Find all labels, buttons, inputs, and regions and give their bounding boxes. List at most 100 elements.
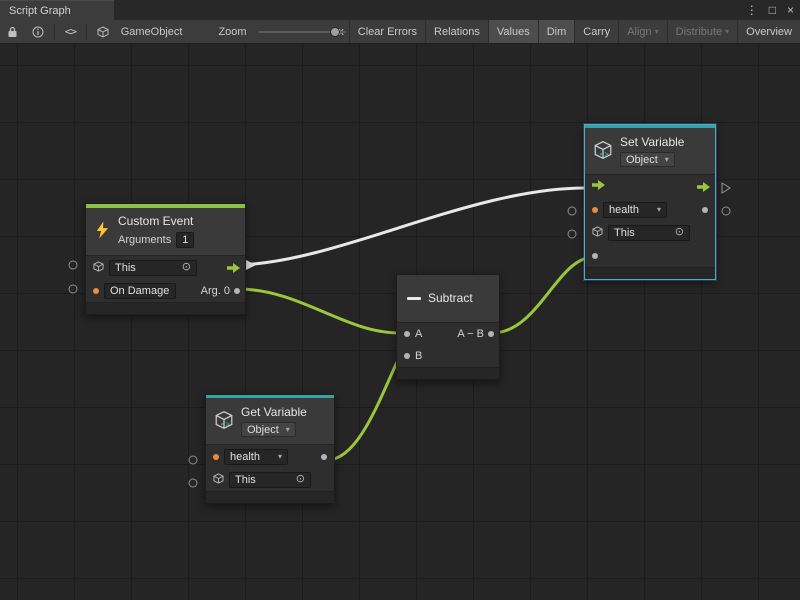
event-name-field[interactable]: On Damage	[104, 283, 176, 299]
target-picker-icon[interactable]: ⊙	[675, 227, 684, 238]
node-title: Get Variable	[241, 405, 307, 420]
value-input-port[interactable]	[592, 253, 598, 259]
value-port-dot[interactable]	[93, 288, 99, 294]
input-a-label: A	[415, 328, 422, 340]
distribute-button: Distribute ▾	[667, 20, 737, 43]
arg0-label: Arg. 0	[201, 285, 230, 297]
node-subtract[interactable]: Subtract A A − B B	[396, 274, 500, 380]
info-icon[interactable]	[25, 20, 51, 43]
port-row-a: A A − B	[397, 323, 499, 345]
input-b-label: B	[415, 350, 422, 362]
close-icon[interactable]: ×	[787, 3, 794, 17]
node-footer	[86, 302, 245, 314]
values-button[interactable]: Values	[488, 20, 538, 43]
value-output-port[interactable]	[321, 454, 327, 460]
zoom-label: Zoom	[213, 26, 251, 38]
node-set-variable[interactable]: <> Set Variable Object ▾ health ▾ Thi	[584, 124, 716, 280]
scope-value: Object	[626, 154, 658, 166]
result-output-port[interactable]	[488, 331, 494, 337]
variable-cube-icon: <>	[593, 140, 613, 163]
node-title: Subtract	[428, 291, 473, 306]
distribute-label: Distribute	[676, 26, 722, 38]
value-port-dot[interactable]	[592, 207, 598, 213]
dim-button[interactable]: Dim	[538, 20, 575, 43]
toolbar-separator	[86, 24, 87, 40]
this-object-field[interactable]: This ⊙	[229, 472, 311, 488]
graph-toolbar: <> GameObject Zoom 1x Clear Errors Relat…	[0, 20, 800, 44]
port-row-this: This ⊙	[585, 221, 715, 244]
node-footer	[585, 267, 715, 279]
variable-name-dropdown[interactable]: health ▾	[603, 202, 667, 218]
variable-name: health	[609, 204, 639, 216]
port-row-this: This ⊙	[86, 256, 245, 279]
chevron-down-icon: ▾	[665, 156, 669, 164]
flow-input-arrow[interactable]	[592, 180, 605, 193]
port-row-flow	[585, 175, 715, 198]
port-row-this: This ⊙	[206, 468, 334, 491]
cube-icon	[592, 226, 603, 240]
value-port-dot[interactable]	[213, 454, 219, 460]
this-object-field[interactable]: This ⊙	[608, 225, 690, 241]
cube-icon	[93, 261, 104, 275]
code-icon[interactable]: <>	[58, 20, 83, 43]
port-row-b: B	[397, 345, 499, 367]
port-row-name: health ▾	[206, 445, 334, 468]
port-row-event: On Damage Arg. 0	[86, 279, 245, 302]
clear-errors-button[interactable]: Clear Errors	[349, 20, 425, 43]
chevron-down-icon: ▾	[286, 426, 290, 434]
align-button: Align ▾	[618, 20, 666, 43]
this-value: This	[115, 262, 136, 274]
chevron-down-icon: ▾	[725, 27, 729, 36]
arg0-output-port[interactable]	[234, 288, 240, 294]
toolbar-separator	[54, 24, 55, 40]
svg-text:<>: <>	[600, 149, 610, 158]
overview-button[interactable]: Overview	[737, 20, 800, 43]
cube-icon	[213, 473, 224, 487]
tab-script-graph[interactable]: Script Graph	[0, 0, 114, 20]
window-tab-bar: Script Graph ⋮ □ ×	[0, 0, 800, 20]
carry-button[interactable]: Carry	[574, 20, 618, 43]
svg-text:<>: <>	[221, 419, 231, 428]
relations-button[interactable]: Relations	[425, 20, 488, 43]
target-picker-icon[interactable]: ⊙	[296, 474, 305, 485]
zoom-slider-knob[interactable]	[330, 27, 340, 37]
node-title: Set Variable	[620, 135, 684, 150]
node-footer	[397, 367, 499, 379]
lightning-icon	[94, 220, 111, 243]
target-picker-icon[interactable]: ⊙	[182, 262, 191, 273]
input-a-port[interactable]	[404, 331, 410, 337]
port-row-value	[585, 244, 715, 267]
variable-scope-dropdown[interactable]: Object ▾	[241, 422, 296, 437]
node-footer	[206, 491, 334, 503]
node-custom-event[interactable]: Custom Event Arguments 1 This ⊙ On Damag…	[85, 203, 246, 315]
subtract-icon	[407, 297, 421, 300]
input-b-port[interactable]	[404, 353, 410, 359]
align-label: Align	[627, 26, 651, 38]
this-object-field[interactable]: This ⊙	[109, 260, 197, 276]
flow-output-arrow[interactable]	[227, 263, 240, 273]
zoom-slider[interactable]	[258, 20, 322, 44]
arguments-field[interactable]: 1	[176, 232, 194, 248]
node-title: Custom Event	[118, 214, 194, 229]
this-value: This	[614, 227, 635, 239]
variable-scope-dropdown[interactable]: Object ▾	[620, 152, 675, 167]
variable-cube-icon: <>	[214, 410, 234, 433]
maximize-icon[interactable]: □	[769, 3, 776, 17]
this-value: This	[235, 474, 256, 486]
flow-output-arrow[interactable]	[697, 182, 710, 192]
gameobject-label: GameObject	[116, 26, 188, 38]
value-output-port[interactable]	[702, 207, 708, 213]
event-name: On Damage	[110, 285, 169, 297]
variable-name-dropdown[interactable]: health ▾	[224, 449, 288, 465]
gameobject-icon	[90, 20, 116, 43]
output-label: A − B	[457, 328, 484, 340]
lock-icon[interactable]	[0, 20, 25, 43]
arguments-label: Arguments	[118, 231, 171, 249]
node-get-variable[interactable]: <> Get Variable Object ▾ health ▾ This ⊙	[205, 394, 335, 504]
variable-name: health	[230, 451, 260, 463]
chevron-down-icon: ▾	[655, 27, 659, 36]
unity-script-graph-window: { "window": { "tab": "Script Graph", "me…	[0, 0, 800, 600]
chevron-down-icon: ▾	[657, 206, 661, 214]
window-menu-icon[interactable]: ⋮	[746, 3, 758, 17]
chevron-down-icon: ▾	[278, 453, 282, 461]
